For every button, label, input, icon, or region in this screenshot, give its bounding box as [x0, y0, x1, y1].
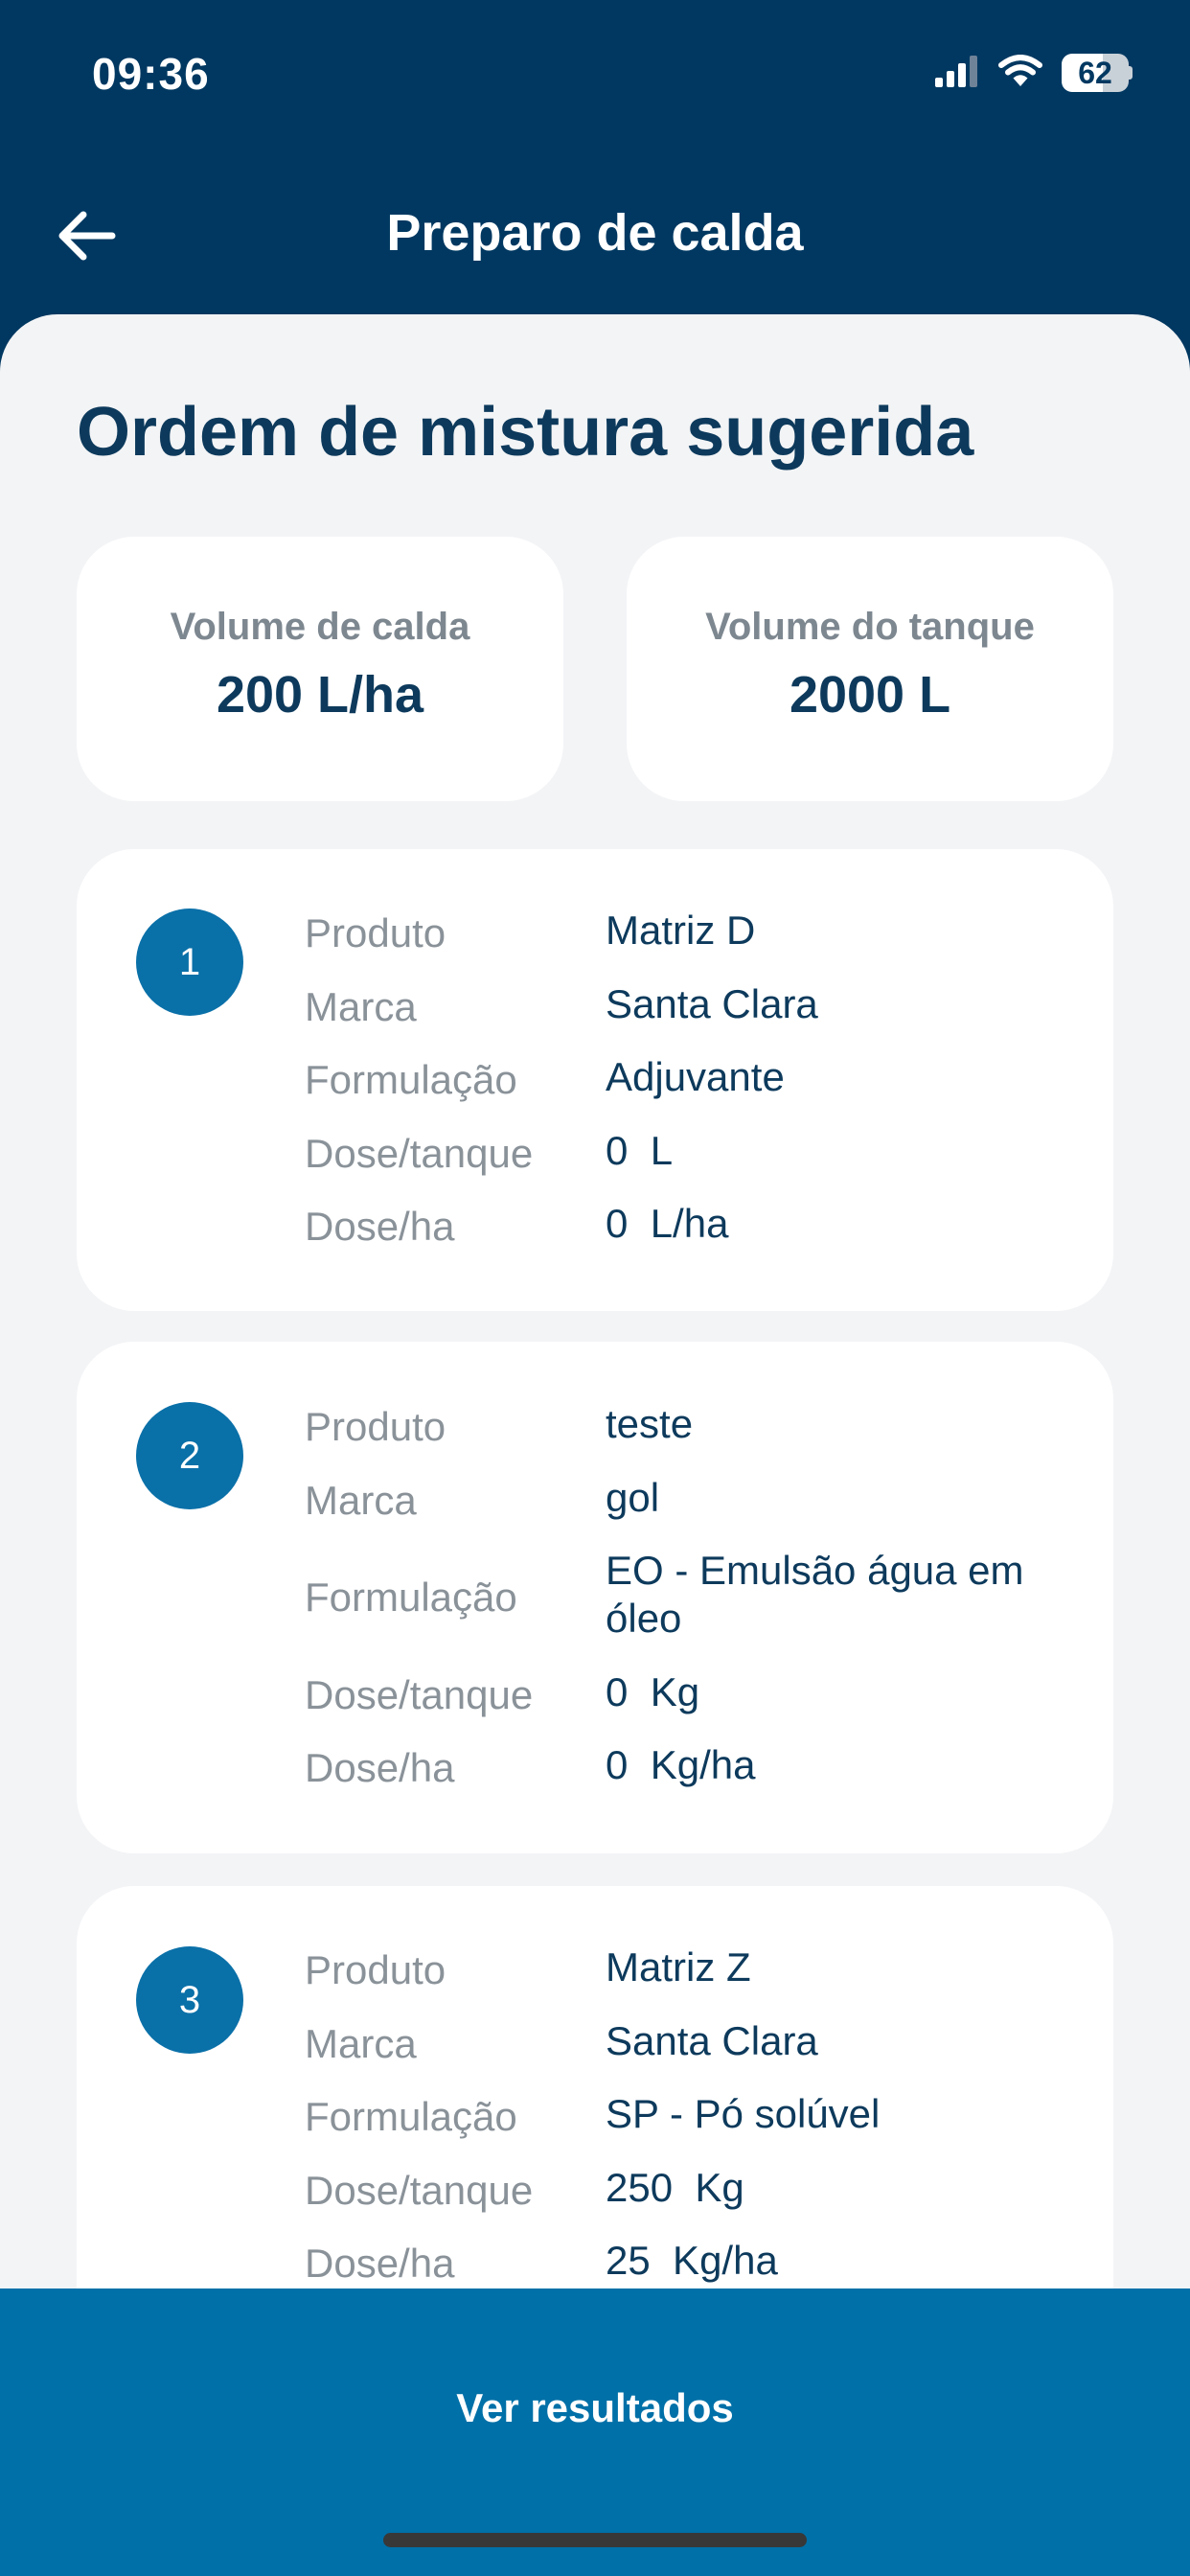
cellular-signal-icon	[935, 55, 979, 92]
field-value-dose-tanque: 250 Kg	[606, 2165, 744, 2210]
step-number-badge: 1	[136, 908, 243, 1016]
step-number-badge: 2	[136, 1402, 243, 1509]
field-value-formulacao: EO - Emulsão água em óleo	[606, 1548, 1024, 1641]
field-label-produto: Produto	[305, 910, 446, 955]
field-label-marca: Marca	[305, 984, 417, 1029]
step-number-badge: 3	[136, 1946, 243, 2054]
battery-level: 62	[1078, 56, 1112, 90]
field-label-dose-tanque: Dose/tanque	[305, 1131, 534, 1176]
field-label-dose-ha: Dose/ha	[305, 1745, 455, 1790]
field-value-dose-tanque: 0 L	[606, 1128, 674, 1173]
product-card: 1 Produto Matriz D Marca Santa Clara For…	[77, 849, 1113, 1311]
volume-calda-card: Volume de calda 200 L/ha	[77, 537, 563, 801]
status-icons: 62	[935, 54, 1133, 92]
battery-icon: 62	[1062, 54, 1133, 92]
field-value-formulacao: Adjuvante	[606, 1054, 785, 1099]
field-label-formulacao: Formulação	[305, 2094, 517, 2139]
field-label-dose-tanque: Dose/tanque	[305, 1672, 534, 1717]
field-label-marca: Marca	[305, 2021, 417, 2066]
volume-tanque-card: Volume do tanque 2000 L	[627, 537, 1113, 801]
home-indicator[interactable]	[383, 2533, 807, 2547]
field-value-dose-tanque: 0 Kg	[606, 1669, 700, 1714]
volume-tanque-value: 2000 L	[789, 666, 951, 724]
field-value-formulacao: SP - Pó solúvel	[606, 2091, 881, 2136]
field-label-produto: Produto	[305, 1404, 446, 1449]
field-label-dose-ha: Dose/ha	[305, 2241, 455, 2286]
ver-resultados-button[interactable]: Ver resultados	[0, 2356, 1190, 2461]
field-value-dose-ha: 0 L/ha	[606, 1201, 729, 1246]
field-value-marca: Santa Clara	[606, 2018, 818, 2063]
field-label-formulacao: Formulação	[305, 1575, 517, 1620]
volume-calda-value: 200 L/ha	[216, 666, 424, 724]
field-value-dose-ha: 25 Kg/ha	[606, 2238, 778, 2283]
field-value-marca: Santa Clara	[606, 981, 818, 1026]
content-sheet[interactable]: Ordem de mistura sugerida Volume de cald…	[0, 314, 1190, 2576]
field-value-produto: Matriz D	[606, 908, 756, 953]
field-label-formulacao: Formulação	[305, 1057, 517, 1102]
wifi-icon	[998, 54, 1042, 92]
volume-tanque-label: Volume do tanque	[705, 606, 1035, 648]
status-bar: 09:36 62	[0, 0, 1190, 144]
volume-calda-label: Volume de calda	[170, 606, 470, 648]
field-label-dose-tanque: Dose/tanque	[305, 2168, 534, 2213]
status-time: 09:36	[92, 49, 210, 99]
field-value-produto: teste	[606, 1401, 694, 1446]
field-value-dose-ha: 0 Kg/ha	[606, 1742, 756, 1787]
section-title: Ordem de mistura sugerida	[77, 394, 974, 471]
page-title: Preparo de calda	[386, 204, 804, 262]
field-label-marca: Marca	[305, 1478, 417, 1523]
product-card: 2 Produto teste Marca gol Formulação EO …	[77, 1342, 1113, 1853]
field-label-dose-ha: Dose/ha	[305, 1204, 455, 1249]
field-value-produto: Matriz Z	[606, 1944, 751, 1990]
field-label-produto: Produto	[305, 1947, 446, 1992]
app-header: Preparo de calda	[0, 182, 1190, 278]
field-value-marca: gol	[606, 1475, 660, 1520]
